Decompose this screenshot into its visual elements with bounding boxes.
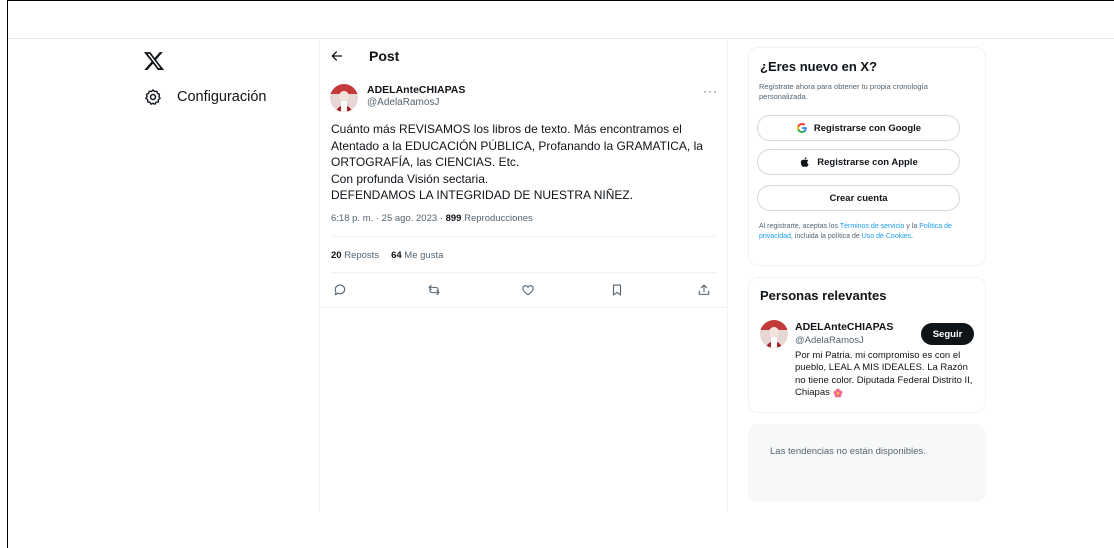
- tweet-text-line: DEFENDAMOS LA INTEGRIDAD DE NUESTRA NIÑE…: [331, 188, 634, 203]
- page-title: Post: [369, 48, 400, 64]
- signup-card: ¿Eres nuevo en X? Regístrate ahora para …: [748, 47, 986, 266]
- avatar[interactable]: [330, 84, 358, 112]
- google-icon: [796, 122, 807, 134]
- likes-stat[interactable]: 64 Me gusta: [391, 250, 443, 261]
- tweet-meta: 6:18 p. m. · 25 ago. 2023 · 899 Reproduc…: [331, 213, 533, 224]
- tweet-actions: [333, 283, 718, 299]
- divider: [331, 236, 716, 237]
- window-frame-left: [7, 0, 8, 548]
- tweet-text: Cuánto más REVISAMOS los libros de texto…: [331, 121, 716, 204]
- trends-panel: Las tendencias no están disponibles.: [748, 424, 986, 502]
- signup-heading: ¿Eres nuevo en X?: [760, 59, 878, 74]
- tweet-stats: 20 Reposts 64 Me gusta: [331, 250, 443, 261]
- cookies-link[interactable]: Uso de Cookies: [862, 233, 911, 240]
- avatar[interactable]: [760, 320, 788, 348]
- person-bio-text: Por mi Patria. mi compromiso es con el p…: [795, 350, 973, 399]
- more-options-icon[interactable]: ···: [703, 84, 718, 98]
- views-count: 899: [445, 213, 462, 224]
- trends-unavailable-message: Las tendencias no están disponibles.: [770, 446, 926, 457]
- tweet-text-line: ORTOGRAFÍA, las CIENCIAS. Etc.: [331, 155, 520, 170]
- author-name[interactable]: ADELAnteCHIAPAS: [367, 84, 465, 96]
- nav-item-settings[interactable]: Configuración: [144, 86, 266, 108]
- create-account-button[interactable]: Crear cuenta: [757, 185, 960, 211]
- divider: [320, 307, 727, 308]
- column-divider-left: [319, 38, 320, 512]
- reposts-stat[interactable]: 20 Reposts: [331, 250, 379, 261]
- create-account-label: Crear cuenta: [829, 192, 888, 204]
- divider: [331, 272, 716, 273]
- legal-suffix: .: [911, 232, 914, 240]
- repost-icon[interactable]: [427, 283, 441, 297]
- tweet-text-line: Cuánto más REVISAMOS los libros de texto…: [331, 122, 682, 136]
- gear-icon: [145, 89, 161, 105]
- person-handle[interactable]: @AdelaRamosJ: [795, 335, 864, 346]
- signup-subtext: Regístrate ahora para obtener tu propia …: [759, 82, 928, 101]
- follow-button[interactable]: Seguir: [921, 323, 974, 345]
- timestamp[interactable]: 6:18 p. m. · 25 ago. 2023 ·: [331, 213, 446, 224]
- likes-label: Me gusta: [401, 250, 444, 261]
- person-bio: Por mi Patria. mi compromiso es con el p…: [795, 350, 975, 400]
- apple-signup-label: Registrarse con Apple: [817, 156, 918, 168]
- terms-link[interactable]: Términos de servicio: [840, 223, 905, 230]
- legal-mid: , incluida la política de: [790, 232, 862, 240]
- apple-signup-button[interactable]: Registrarse con Apple: [757, 149, 960, 175]
- legal-mid: y la: [904, 223, 920, 230]
- x-logo-icon[interactable]: [143, 50, 165, 72]
- tweet-text-line: Atentado a la EDUCACIÓN PÚBLICA, Profana…: [331, 138, 703, 153]
- reposts-label: Reposts: [341, 250, 380, 261]
- person-name[interactable]: ADELAnteCHIAPAS: [795, 321, 893, 333]
- reply-icon[interactable]: [333, 283, 347, 297]
- likes-count: 64: [391, 250, 402, 261]
- like-icon[interactable]: [521, 283, 535, 297]
- relevant-people-heading: Personas relevantes: [760, 288, 887, 303]
- reposts-count: 20: [331, 250, 342, 261]
- arrow-left-icon[interactable]: [330, 49, 344, 63]
- apple-icon: [801, 157, 809, 167]
- relevant-people-card: Personas relevantes ADELAnteCHIAPAS @Ade…: [748, 277, 986, 413]
- google-signup-button[interactable]: Registrarse con Google: [757, 115, 960, 141]
- legal-prefix: Al registrarte, aceptas los: [759, 223, 840, 230]
- legal-text: Al registrarte, aceptas los Términos de …: [759, 222, 974, 241]
- google-signup-label: Registrarse con Google: [813, 122, 922, 134]
- tweet-text-line: Con profunda Visión sectaria.: [331, 171, 489, 186]
- column-divider-right: [727, 38, 728, 512]
- share-icon[interactable]: [697, 283, 711, 297]
- window-frame-top: [7, 0, 1114, 1]
- views-label: Reproducciones: [461, 213, 533, 224]
- author-handle[interactable]: @AdelaRamosJ: [367, 97, 439, 108]
- bookmark-icon[interactable]: [610, 283, 624, 297]
- flower-emoji-icon: [833, 388, 842, 398]
- top-divider: [8, 38, 1114, 39]
- nav-item-settings-label: Configuración: [177, 89, 267, 105]
